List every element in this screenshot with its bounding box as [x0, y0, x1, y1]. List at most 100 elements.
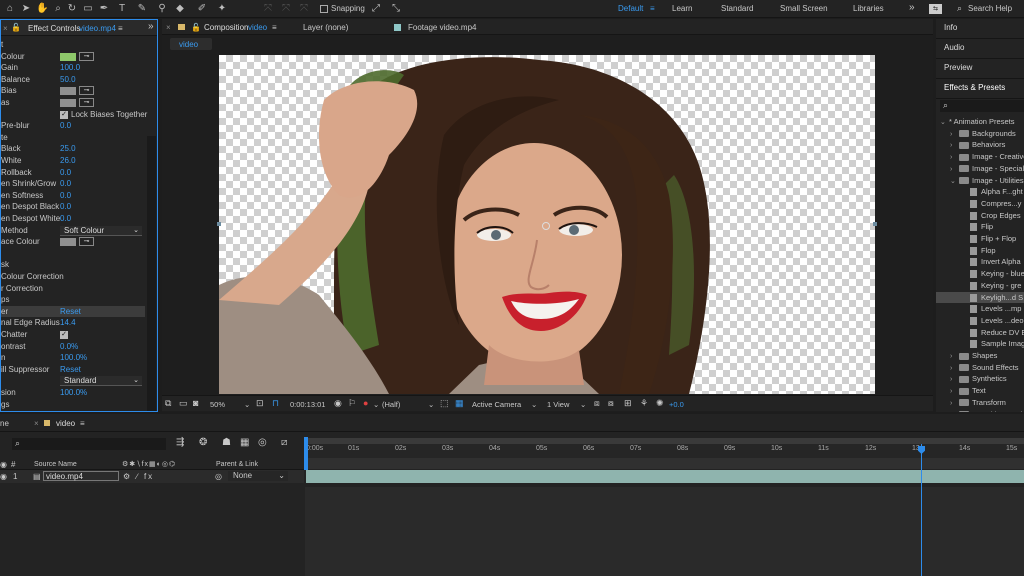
checkbox[interactable]: ✓ — [60, 110, 68, 119]
effects-tree-item[interactable]: Levels ...deo — [936, 315, 1024, 327]
effects-presets-header[interactable]: Effects & Presets — [936, 79, 1024, 99]
selection-tool-icon[interactable]: ➤ — [20, 3, 32, 15]
info-panel-header[interactable]: Info — [936, 19, 1024, 39]
effects-tree-item[interactable]: › Synthetics — [936, 373, 1024, 385]
checkbox[interactable]: ✓ — [60, 331, 68, 339]
resolution-dropdown[interactable]: (Half) — [382, 400, 400, 409]
effects-tree-item[interactable]: Keyligh...d S — [936, 291, 1024, 304]
eyedropper-icon[interactable]: ⊸ — [79, 98, 94, 107]
effect-row[interactable]: en Shrink/Grow 0.0 — [1, 178, 145, 190]
zoom-tool-icon[interactable]: ⌕ — [52, 3, 64, 15]
frame-handle-left[interactable] — [217, 222, 221, 226]
rotate-tool-icon[interactable]: ↻ — [66, 3, 78, 15]
effect-row[interactable]: Balance 50.0 — [1, 74, 145, 86]
eyedropper-icon[interactable]: ⊸ — [79, 237, 94, 247]
timeline-search-input[interactable]: ⌕ — [12, 438, 166, 450]
composition-tab[interactable]: Composition — [204, 23, 248, 32]
brush-tool-icon[interactable]: ✎ — [136, 3, 148, 15]
effect-row[interactable]: nal Edge Radius 14.4 — [1, 317, 145, 329]
flowchart-icon[interactable]: ⚘ — [640, 398, 648, 409]
effects-tree-item[interactable]: Keying - blue — [936, 268, 1024, 280]
snapping-checkbox[interactable] — [320, 5, 328, 13]
effect-row[interactable]: er Reset — [1, 305, 145, 318]
effect-row[interactable]: n 100.0% — [1, 352, 145, 364]
audio-panel-header[interactable]: Audio — [936, 39, 1024, 59]
timeline-comp-tab[interactable]: video — [56, 419, 75, 428]
color-swatch[interactable] — [60, 238, 76, 247]
effect-value[interactable]: 50.0 — [60, 74, 76, 86]
color-swatch[interactable] — [60, 87, 76, 96]
effect-row[interactable]: Rollback 0.0 — [1, 167, 145, 179]
effects-tree-item[interactable]: › Backgrounds — [936, 128, 1024, 140]
show-snapshot-icon[interactable]: ⚐ — [348, 398, 356, 409]
effect-value[interactable]: 0.0 — [60, 178, 71, 190]
effect-value[interactable]: 0.0 — [60, 120, 71, 132]
vr-icon[interactable]: ◙ — [193, 398, 198, 408]
fast-preview-icon[interactable]: ⧇ — [608, 398, 614, 409]
graph-editor-icon[interactable]: ⧄ — [281, 437, 287, 448]
effect-value[interactable]: 100.0% — [60, 387, 87, 399]
chevron-right-icon[interactable]: › — [950, 410, 959, 413]
effect-dropdown[interactable]: Soft Colour ⌄ — [60, 225, 142, 236]
draft-3d-icon[interactable]: ❂ — [199, 437, 207, 448]
hand-tool-icon[interactable]: ✋ — [36, 3, 48, 15]
effects-tree-item[interactable]: › Shapes — [936, 350, 1024, 362]
puppet-pin-icon[interactable]: ✦ — [216, 3, 228, 15]
timeline-icon[interactable]: ⊞ — [624, 398, 632, 409]
effect-controls-scrollbar[interactable] — [147, 136, 156, 411]
camera-chevron-icon[interactable]: ⌄ — [531, 400, 537, 409]
effects-tree-item[interactable]: › Image - Special — [936, 163, 1024, 175]
effect-row[interactable]: en Despot Black 0.0 — [1, 201, 145, 213]
effects-tree-item[interactable]: Reduce DV E — [936, 327, 1024, 339]
effect-row[interactable]: en Despot White 0.0 — [1, 213, 145, 225]
effects-tree-item[interactable]: Sample Imag — [936, 338, 1024, 350]
eyedropper-icon[interactable]: ⊸ — [79, 51, 94, 61]
effects-tree-item[interactable]: › Sound Effects — [936, 362, 1024, 374]
effect-row[interactable]: Gain 100.0 — [1, 62, 145, 74]
exposure-value[interactable]: +0.0 — [669, 400, 684, 409]
workspace-overflow-icon[interactable]: » — [909, 2, 915, 13]
home-icon[interactable]: ⌂ — [4, 3, 16, 15]
parent-link-header[interactable]: Parent & Link — [216, 461, 258, 468]
always-preview-icon[interactable]: ⧉ — [165, 398, 171, 409]
comp-lock-icon[interactable]: 🔓 — [191, 23, 201, 32]
reset-link[interactable]: Reset — [60, 306, 81, 318]
exposure-icon[interactable]: ✺ — [656, 398, 664, 409]
effect-row[interactable]: ace Colour ⊸ — [1, 236, 145, 248]
effect-value[interactable]: 26.0 — [60, 155, 76, 167]
playhead-line[interactable] — [921, 444, 922, 576]
timeline-menu-icon[interactable]: ≡ — [80, 419, 85, 428]
parent-dropdown[interactable]: None ⌄ — [228, 471, 288, 481]
color-swatch[interactable] — [60, 52, 76, 61]
effect-value[interactable]: 0.0 — [60, 190, 71, 202]
effects-tree-item[interactable]: Alpha F...ght — [936, 186, 1024, 198]
comp-subtab[interactable]: video — [170, 38, 212, 50]
effects-tree-item[interactable]: Levels ...mp — [936, 303, 1024, 315]
pen-tool-icon[interactable]: ✒ — [98, 3, 110, 15]
layer-tab[interactable]: Layer (none) — [303, 23, 348, 32]
channel-chevron-icon[interactable]: ⌄ — [373, 400, 379, 409]
effects-tree-item[interactable]: › Behaviors — [936, 139, 1024, 151]
effect-row[interactable]: as ⊸ — [1, 97, 145, 109]
composition-viewer[interactable] — [219, 55, 875, 394]
effect-row[interactable]: Method Soft Colour ⌄ — [1, 225, 145, 237]
effect-row[interactable]: sion 100.0% — [1, 387, 145, 399]
work-area-start-handle[interactable] — [304, 437, 308, 470]
effects-tree-item[interactable]: Flip — [936, 221, 1024, 233]
roto-brush-icon[interactable]: ✐ — [196, 3, 208, 15]
pick-whip-icon[interactable]: ◎ — [215, 472, 222, 481]
layer-row[interactable]: ◉ 1 ▤ video.mp4 ⚙ ∕ fx ◎ None ⌄ — [0, 470, 304, 483]
effect-value[interactable]: 0.0% — [60, 341, 78, 353]
effect-value[interactable]: 0.0 — [60, 201, 71, 213]
footage-tab[interactable]: Footage video.mp4 — [408, 23, 477, 32]
source-name-header[interactable]: Source Name — [34, 461, 77, 468]
effect-value[interactable]: 100.0% — [60, 352, 87, 364]
effects-tree-item[interactable]: › Transform — [936, 397, 1024, 409]
effect-row[interactable]: Standard ⌄ — [1, 375, 145, 387]
effects-search-input[interactable]: ⌕ — [940, 100, 1024, 112]
frame-handle-right[interactable] — [873, 222, 877, 226]
shy-layers-icon[interactable]: ☗ — [222, 437, 231, 448]
workspace-libraries[interactable]: Libraries — [853, 4, 884, 13]
workspace-default[interactable]: Default — [618, 4, 643, 13]
panel-close-icon[interactable]: × — [3, 24, 8, 33]
